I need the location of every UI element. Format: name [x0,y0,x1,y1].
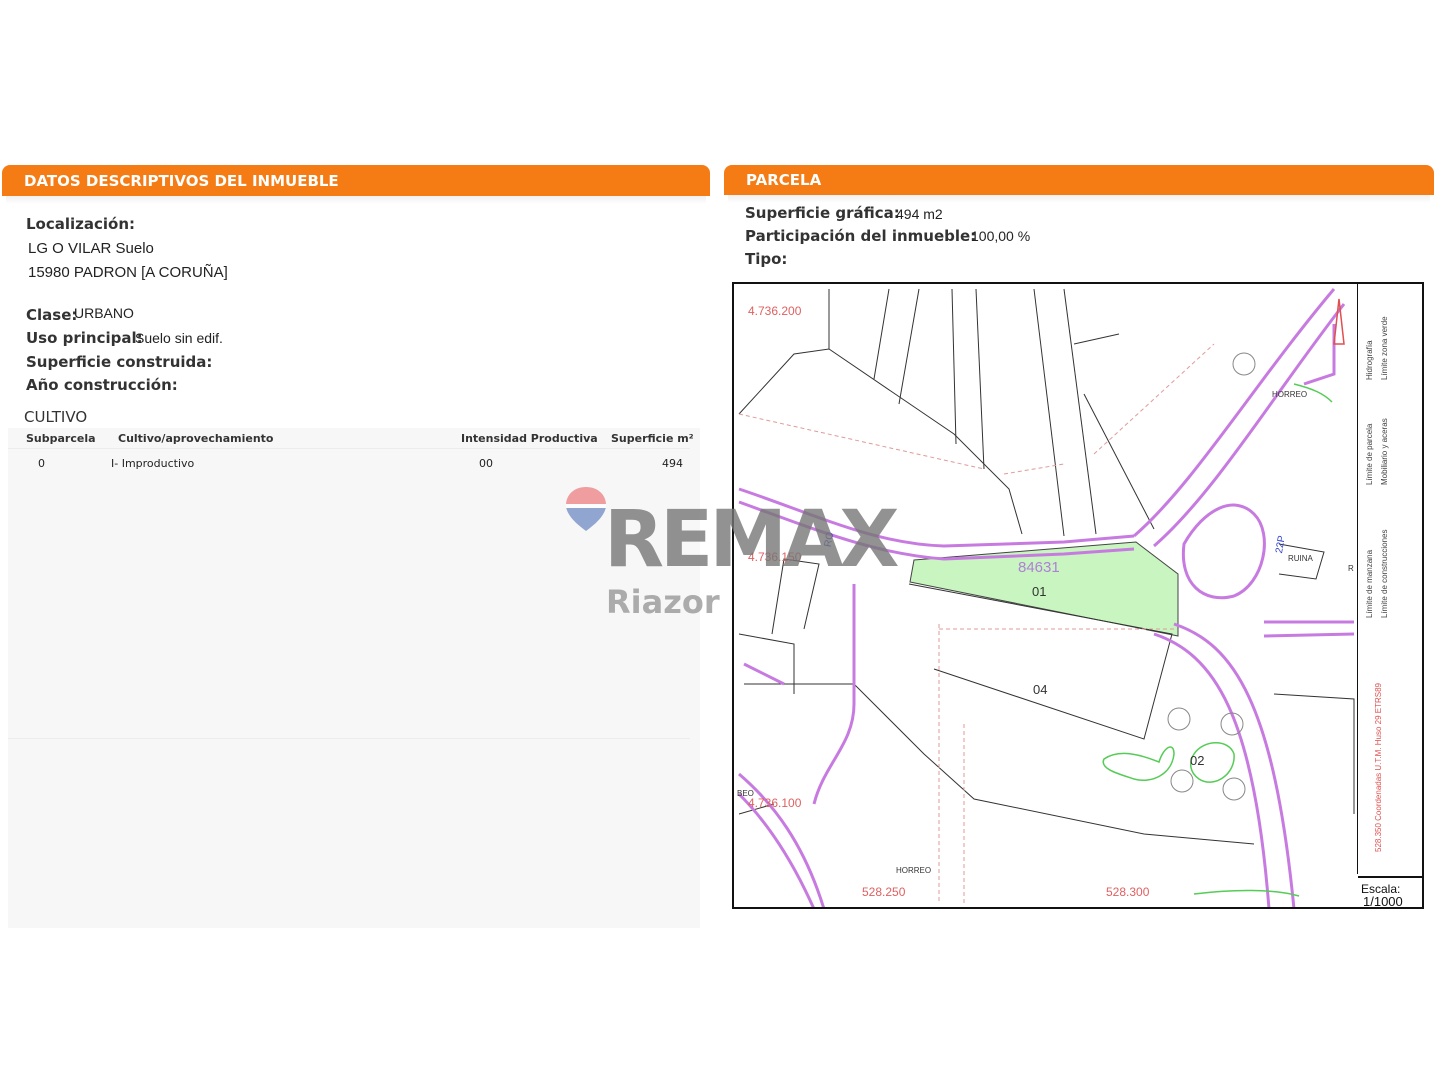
graphic-area-value: 494 m2 [896,206,943,222]
address-line-2: 15980 PADRON [A CORUÑA] [28,264,228,281]
green-zones [1102,383,1333,897]
legend-item: Hidrografía [1365,340,1374,380]
legend-item: Límite de manzana [1365,549,1374,618]
table-divider [8,738,690,739]
balloon-logo-icon [566,487,606,531]
built-area-label: Superficie construida: [26,353,213,371]
construction-year-label: Año construcción: [26,376,178,394]
col-header-superficie: Superficie m² [611,432,694,445]
table-cell-cultivo: I- Improductivo [111,457,195,470]
header-shadow [728,195,1430,203]
parcel-header: PARCELA [724,165,1434,195]
table-cell-subparcela: 0 [38,457,45,470]
coord-label: 528.300 [1106,885,1150,899]
scale-box: Escala: 1/1000 [1358,876,1422,909]
col-header-intensidad: Intensidad Productiva [461,432,598,445]
subparcel-label: 02 [1190,753,1205,768]
watermark-office: Riazor [606,583,720,621]
address-line-1: LG O VILAR Suelo [28,240,154,257]
main-use-value: Suelo sin edif. [135,330,223,346]
building-label: HORREO [1272,390,1308,399]
header-shadow [6,196,706,204]
watermark-brand: REMAX [604,495,899,585]
legend-coordinates: 528.350 Coordenadas U.T.M. Huso 29 ETRS8… [1374,683,1383,852]
participation-label: Participación del inmueble: [745,227,977,245]
building-label: R [1348,564,1354,573]
table-cell-superficie: 494 [662,457,683,470]
building-label: BEO [737,789,754,798]
location-label: Localización: [26,215,136,233]
descriptive-data-header: DATOS DESCRIPTIVOS DEL INMUEBLE [2,165,710,196]
graphic-area-label: Superficie gráfica: [745,204,900,222]
col-header-cultivo: Cultivo/aprovechamiento [118,432,274,445]
col-header-subparcela: Subparcela [26,432,96,445]
type-label: Tipo: [745,250,788,268]
legend-item: Límite de construcciones [1380,529,1389,619]
legend-item: Límite de parcela [1365,423,1374,485]
participation-value: 100,00 % [971,228,1031,244]
class-label: Clase: [26,306,78,324]
legend-item: Límite zona verde [1380,316,1389,380]
coord-label: 4.736.100 [748,796,802,810]
legend-divider [1357,284,1358,874]
coord-label: 528.250 [862,885,906,899]
remax-watermark: REMAX Riazor [560,485,900,625]
subparcel-label: 01 [1032,584,1047,599]
building-label: RUINA [1288,554,1313,563]
table-cell-intensidad: 00 [479,457,493,470]
scale-value: 1/1000 [1363,894,1403,909]
legend-item: Mobiliario y aceras [1380,418,1389,485]
parcel-ref-label: 84631 [1018,559,1060,576]
class-value: URBANO [74,305,134,321]
subparcel-label: 04 [1033,682,1048,697]
cultivo-title: CULTIVO [24,408,88,426]
tree-symbols [1167,352,1256,801]
building-label: HORREO [896,866,932,875]
main-use-label: Uso principal: [26,329,143,347]
header-divider [8,448,690,449]
coord-label: 4.736.200 [748,304,802,318]
